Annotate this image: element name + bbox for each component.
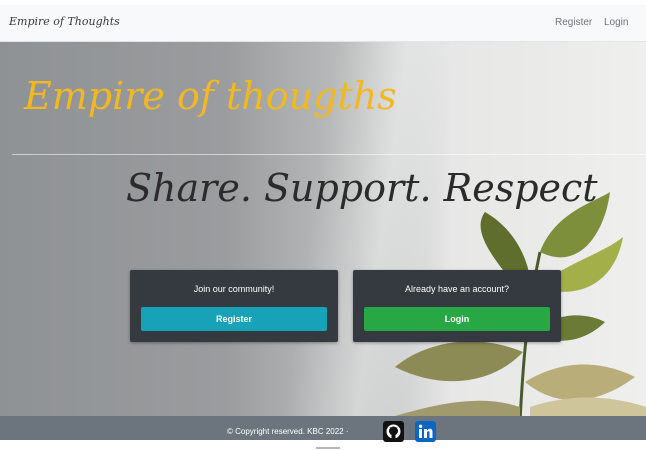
join-community-card: Join our community! Register: [130, 270, 338, 342]
login-card: Already have an account? Login: [353, 270, 561, 342]
login-card-text: Already have an account?: [404, 284, 510, 294]
nav-register-link[interactable]: Register: [555, 17, 592, 28]
register-button[interactable]: Register: [141, 307, 327, 331]
brand-logo[interactable]: Empire of Thoughts: [9, 15, 120, 28]
scroll-indicator[interactable]: [316, 447, 340, 449]
hero-divider: [12, 154, 646, 155]
navbar: Empire of Thoughts Register Login: [0, 5, 646, 42]
github-icon[interactable]: [383, 421, 404, 442]
linkedin-icon[interactable]: [415, 421, 436, 442]
login-button[interactable]: Login: [364, 307, 550, 331]
nav-login-link[interactable]: Login: [604, 17, 628, 28]
join-community-text: Join our community!: [193, 284, 275, 294]
copyright-text: © Copyright reserved. KBC 2022 ·: [227, 427, 349, 436]
footer: © Copyright reserved. KBC 2022 ·: [0, 416, 646, 442]
hero-title: Empire of thougths: [24, 74, 397, 118]
hero-section: Empire of thougths Share. Support. Respe…: [0, 42, 646, 416]
